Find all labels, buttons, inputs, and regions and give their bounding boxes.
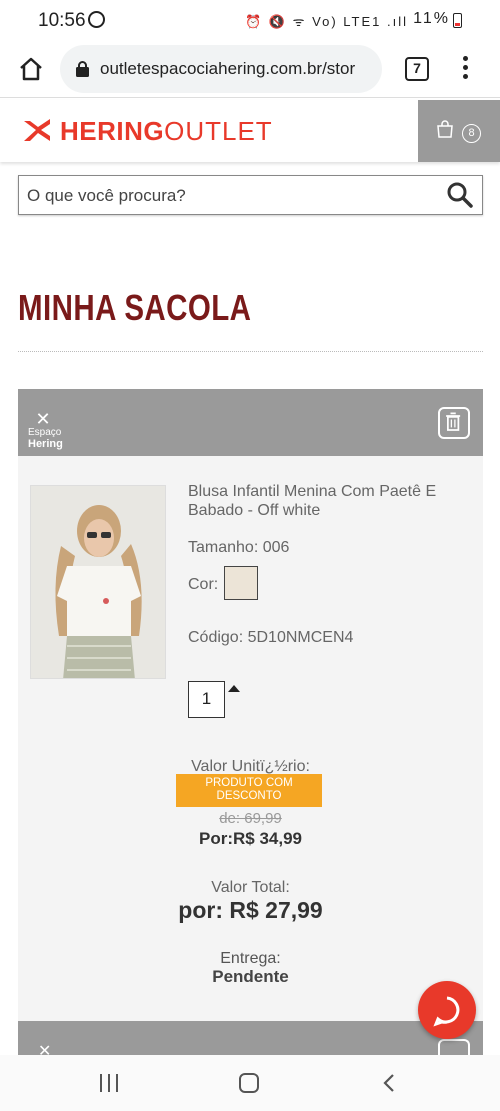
product-color-label: Cor: <box>188 576 219 593</box>
search-icon[interactable] <box>446 181 474 209</box>
title-divider <box>18 351 483 352</box>
logo-suffix-text: OUTLET <box>164 115 273 146</box>
status-time: 10:56 <box>38 10 86 31</box>
page-title: MINHA SACOLA <box>18 287 252 328</box>
discount-badge: PRODUTO COM DESCONTO <box>176 774 322 807</box>
status-icons: ⏰ 🔇 ᯤ Vo) LTE1 .ıll <box>245 14 408 29</box>
remove-item-button[interactable] <box>438 407 470 439</box>
shopping-bag-icon <box>437 120 453 138</box>
trash-icon <box>446 412 461 431</box>
product-name[interactable]: Blusa Infantil Menina Com Paetê E Babado… <box>188 482 473 520</box>
cart-item-header: ✕ Espaço Hering <box>18 389 483 456</box>
browser-toolbar: outletespacociahering.com.br/stor 7 <box>0 42 500 98</box>
brand-line1: Espaço <box>28 427 62 438</box>
overflow-menu-icon[interactable] <box>458 56 472 84</box>
unit-price: Por:R$ 34,99 <box>199 829 302 848</box>
brand-line2: Hering <box>28 438 63 450</box>
back-icon[interactable] <box>382 1074 396 1092</box>
hering-outlet-logo[interactable]: HERING OUTLET <box>22 114 273 148</box>
home-icon[interactable] <box>18 56 44 82</box>
whatsapp-icon <box>88 11 105 28</box>
quantity-increase-icon[interactable] <box>228 685 240 692</box>
search-input[interactable]: O que você procura? <box>27 186 186 206</box>
product-image[interactable] <box>30 485 166 679</box>
color-swatch <box>224 566 258 600</box>
site-header: HERING OUTLET 8 <box>0 100 500 162</box>
total-price: por: R$ 27,99 <box>178 897 323 923</box>
delivery-label: Entrega: <box>220 950 281 967</box>
quantity-input[interactable]: 1 <box>188 681 225 718</box>
cart-button[interactable]: 8 <box>418 100 500 162</box>
cart-item-card: ✕ Espaço Hering Blusa Infantil Menina Co… <box>18 389 483 1021</box>
product-code: Código: 5D10NMCEN4 <box>188 629 354 646</box>
recent-apps-icon[interactable] <box>100 1074 120 1092</box>
tab-switcher-button[interactable]: 7 <box>405 57 429 81</box>
url-text: outletespacociahering.com.br/stor <box>100 59 356 78</box>
home-button-icon[interactable] <box>239 1073 259 1093</box>
next-cart-item-header: ✕ <box>18 1021 483 1060</box>
hering-logo-mark-icon <box>24 119 50 141</box>
delivery-status: Pendente <box>212 967 289 986</box>
product-photo <box>31 486 165 678</box>
cart-count-badge: 8 <box>462 124 481 143</box>
address-bar[interactable]: outletespacociahering.com.br/stor <box>60 45 382 93</box>
trash-icon[interactable] <box>438 1039 470 1055</box>
chat-button[interactable] <box>418 981 476 1039</box>
status-bar: 10:56 ⏰ 🔇 ᯤ Vo) LTE1 .ıll 11% <box>0 0 500 42</box>
battery-percent: 11% <box>413 10 450 27</box>
old-price: de: 69,99 <box>219 810 282 827</box>
android-nav-bar <box>0 1055 500 1111</box>
brand-mark-icon: ✕ <box>35 409 51 429</box>
logo-brand-text: HERING <box>60 115 165 146</box>
lock-icon <box>76 61 89 77</box>
product-size: Tamanho: 006 <box>188 539 290 556</box>
search-box[interactable]: O que você procura? <box>18 175 483 215</box>
total-price-label: Valor Total: <box>211 879 290 896</box>
chat-bubble-icon <box>433 996 460 1027</box>
espaco-hering-logo: ✕ Espaço Hering <box>28 409 68 451</box>
battery-icon <box>453 13 462 28</box>
